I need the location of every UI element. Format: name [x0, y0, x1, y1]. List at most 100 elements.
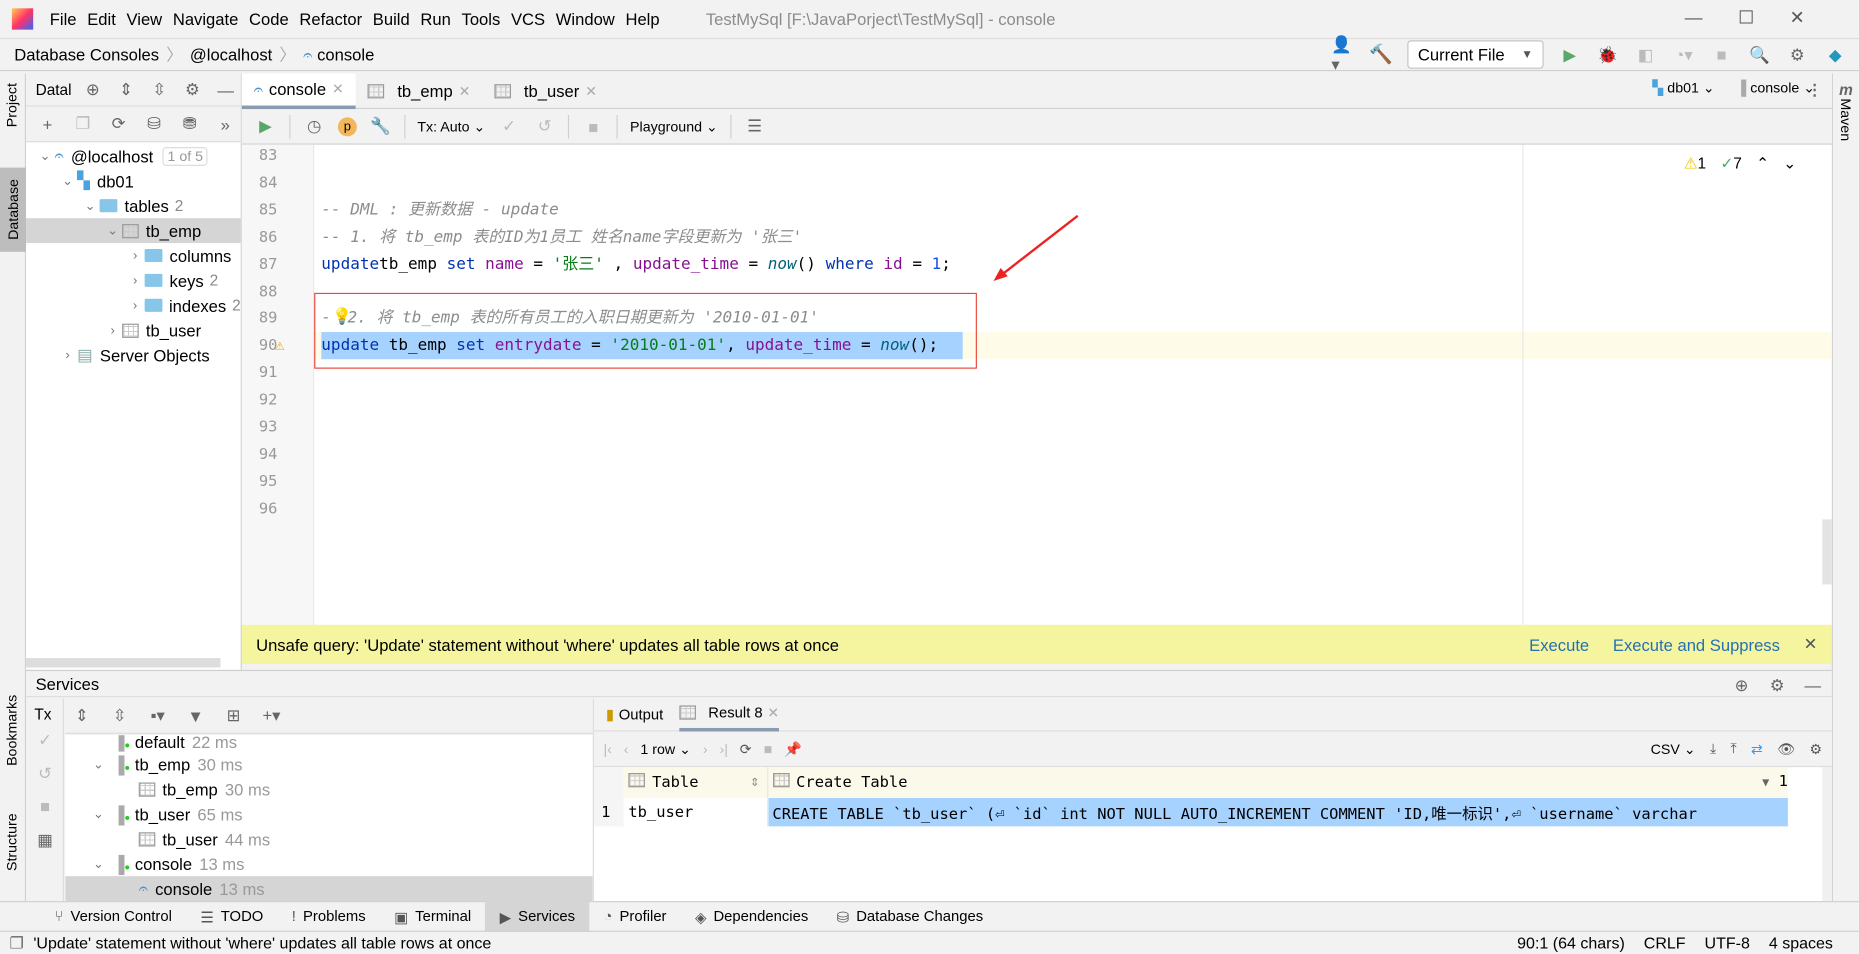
session-select[interactable]: ▐ console ⌄ — [1736, 79, 1815, 96]
stop-icon[interactable]: ■ — [764, 740, 773, 757]
close-icon[interactable]: ✕ — [459, 82, 471, 99]
horizontal-scrollbar[interactable] — [26, 658, 221, 668]
tab-tb-emp[interactable]: tb_emp ✕ — [356, 73, 483, 109]
toolwindow-profiler[interactable]: ◔ Profiler — [589, 902, 680, 932]
service-item[interactable]: ⌄ ▐● console 13 ms — [65, 851, 593, 876]
tool-project[interactable]: Project — [4, 78, 21, 132]
tree-item[interactable]: ⌄ 𝄐 @localhost 1 of 5 — [26, 143, 241, 168]
warnings-count[interactable]: ⚠1 — [1684, 154, 1706, 173]
menu-vcs[interactable]: VCS — [511, 9, 545, 28]
gear-icon[interactable]: ⚙ — [1765, 673, 1789, 697]
playground-select[interactable]: Playground ⌄ — [630, 118, 718, 135]
execute-link[interactable]: Execute — [1529, 635, 1589, 654]
toolwindow-database-changes[interactable]: ⛁ Database Changes — [822, 902, 997, 932]
commit-icon[interactable]: ✓ — [33, 728, 57, 752]
menu-window[interactable]: Window — [556, 9, 615, 28]
run-config-select[interactable]: Current File ▼ — [1407, 40, 1544, 69]
export-format-select[interactable]: CSV ⌄ — [1651, 740, 1696, 757]
tab-console[interactable]: 𝄐 console ✕ — [241, 72, 356, 109]
results-layout-icon[interactable]: ☰ — [743, 114, 767, 138]
service-item[interactable]: 𝄐 console 13 ms — [65, 876, 593, 902]
menu-help[interactable]: Help — [625, 9, 659, 28]
add-icon[interactable]: + — [36, 112, 60, 136]
menu-refactor[interactable]: Refactor — [299, 9, 362, 28]
status-icon[interactable]: ❐ — [9, 934, 23, 953]
tool-structure[interactable]: Structure — [4, 809, 21, 876]
tx-button[interactable]: Tx — [26, 698, 63, 723]
tab-result-8[interactable]: Result 8 ✕ — [679, 698, 780, 731]
tab-output[interactable]: ▮ Output — [606, 705, 663, 723]
history-icon[interactable]: ◷ — [302, 114, 326, 138]
tool-bookmarks[interactable]: Bookmarks — [4, 690, 21, 771]
execute-icon[interactable]: ▶ — [254, 114, 278, 138]
group-icon[interactable]: ▪▾ — [146, 704, 170, 728]
breadcrumb-item[interactable]: Database Consoles — [14, 45, 159, 64]
line-separator[interactable]: CRLF — [1644, 934, 1686, 952]
schema-select[interactable]: ▚ db01 ⌄ — [1652, 79, 1714, 96]
chevron-right-icon[interactable]: › — [126, 248, 145, 262]
gear-icon[interactable]: ⚙ — [1810, 740, 1823, 757]
locate-icon[interactable]: ⊕ — [81, 78, 105, 102]
menu-build[interactable]: Build — [373, 9, 410, 28]
tree-item[interactable]: › ▤ Server Objects — [26, 343, 241, 368]
column-header-create-table[interactable]: Create Table ▼ 1 — [767, 767, 1788, 798]
toolwindow-services[interactable]: ▶ Services — [485, 901, 590, 932]
chevron-down-icon[interactable]: ⌄ — [58, 173, 77, 188]
refresh-icon[interactable]: ⟳ — [740, 740, 752, 757]
window-controls[interactable]: —☐✕ — [1685, 7, 1840, 28]
copy-icon[interactable]: ❐ — [71, 112, 95, 136]
checks-count[interactable]: ✓7 — [1720, 154, 1742, 173]
commit-icon[interactable]: ✓ — [497, 114, 521, 138]
layout-icon[interactable]: ▦ — [33, 828, 57, 852]
chevron-right-icon[interactable]: › — [103, 323, 122, 337]
chevron-right-icon[interactable]: › — [58, 348, 77, 362]
view-icon[interactable]: 👁 — [1777, 740, 1795, 757]
download-icon[interactable]: ⤓ — [1710, 740, 1716, 758]
breadcrumb-item[interactable]: @localhost — [190, 45, 272, 64]
wrench-icon[interactable]: 🔧 — [369, 114, 393, 138]
menu-code[interactable]: Code — [249, 9, 289, 28]
expand-all-icon[interactable]: ⇕ — [70, 704, 94, 728]
warning-icon[interactable]: ⚠ — [275, 336, 285, 355]
close-icon[interactable]: ✕ — [585, 82, 597, 99]
toolwindow-version-control[interactable]: ⑂ Version Control — [40, 902, 186, 932]
menu-tools[interactable]: Tools — [462, 9, 501, 28]
service-item[interactable]: ⌄ ▐● tb_emp 30 ms — [65, 752, 593, 777]
minimize-icon[interactable]: — — [214, 78, 238, 102]
service-item[interactable]: ▐● default 22 ms — [65, 735, 593, 752]
tool-maven[interactable]: Maven — [1838, 98, 1855, 141]
debug-icon[interactable]: 🐞 — [1596, 43, 1620, 67]
toolwindow-terminal[interactable]: ▣ Terminal — [380, 902, 486, 932]
tree-item[interactable]: › tb_user — [26, 318, 241, 343]
tool-database[interactable]: Database — [0, 167, 27, 253]
next-highlight-icon[interactable]: ⌄ — [1783, 154, 1796, 173]
next-page-icon[interactable]: › — [703, 740, 708, 757]
datasource-icon[interactable]: ⛃ — [178, 112, 202, 136]
rows-select[interactable]: 1 row ⌄ — [640, 740, 691, 757]
toolwindow-problems[interactable]: ! Problems — [278, 902, 380, 932]
column-header-table[interactable]: Table ⇕ — [623, 767, 768, 798]
first-page-icon[interactable]: |‹ — [603, 740, 611, 757]
stop-icon[interactable]: ■ — [581, 114, 605, 138]
chevron-down-icon[interactable]: ⌄ — [89, 756, 108, 772]
tree-item[interactable]: › indexes 2 — [26, 293, 241, 318]
explain-plan-icon[interactable]: p — [337, 116, 357, 136]
menu-file[interactable]: File — [50, 9, 77, 28]
vertical-scrollbar[interactable] — [1822, 519, 1832, 585]
chevron-right-icon[interactable]: › — [126, 273, 145, 287]
service-item[interactable]: ⌄ ▐● tb_user 65 ms — [65, 801, 593, 826]
collapse-all-icon[interactable]: ⇳ — [147, 78, 171, 102]
caret-position[interactable]: 90:1 (64 chars) — [1517, 934, 1625, 952]
upload-icon[interactable]: ⤒ — [1731, 740, 1737, 758]
close-icon[interactable]: ✕ — [1804, 634, 1818, 654]
user-icon[interactable]: 👤▾ — [1331, 34, 1355, 73]
chevron-down-icon[interactable]: ⌄ — [103, 223, 122, 238]
new-tab-icon[interactable]: ⊞ — [222, 704, 246, 728]
execute-suppress-link[interactable]: Execute and Suppress — [1613, 635, 1780, 654]
tree-item[interactable]: ⌄ ▚ db01 — [26, 168, 241, 193]
chevron-right-icon[interactable]: › — [126, 298, 145, 312]
gear-icon[interactable]: ⚙ — [1786, 43, 1810, 67]
code-area[interactable]: 83 84 85 86 87 88 89 90 91 92 93 94 95 96 -- DML : 更新… — [241, 144, 1832, 625]
chevron-down-icon[interactable]: ⌄ — [81, 198, 100, 213]
toolwindow-todo[interactable]: ☰ TODO — [186, 902, 277, 932]
